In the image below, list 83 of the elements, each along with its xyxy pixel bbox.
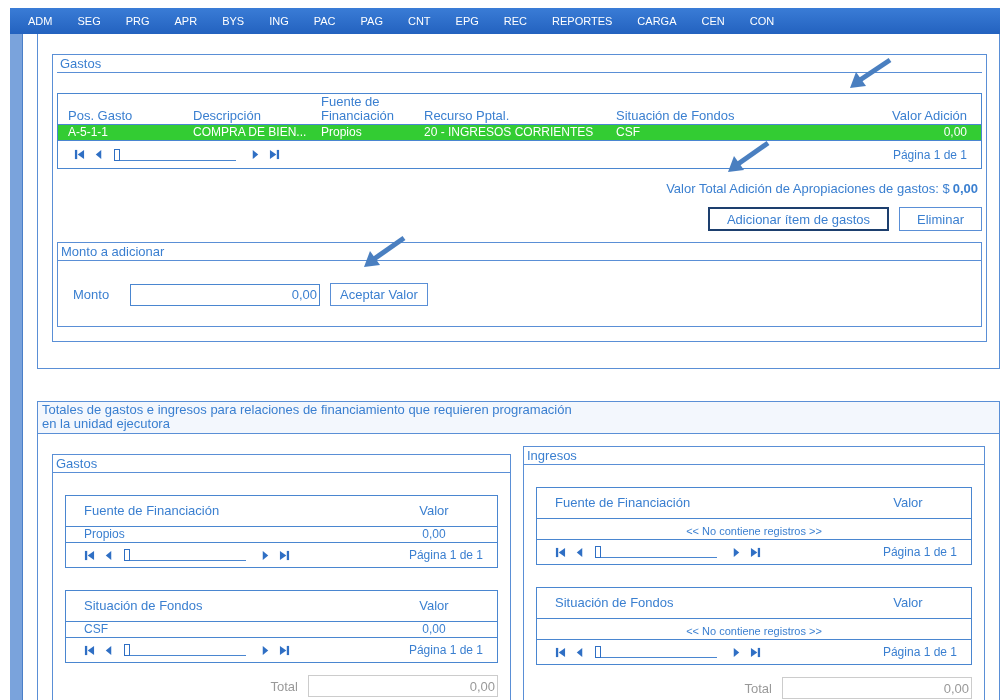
last-page-icon[interactable] [750,546,761,558]
menu-item[interactable]: CNT [395,15,444,27]
previous-page-icon[interactable] [574,646,585,658]
first-page-icon[interactable] [84,549,95,561]
total-label: Total [270,678,298,694]
empty-message: << No contiene registros >> [686,524,822,539]
menu-item[interactable]: EPG [443,15,492,27]
empty-message: << No contiene registros >> [686,624,822,639]
accept-button[interactable]: Aceptar Valor [330,283,428,306]
menu-item[interactable]: SEG [65,15,114,27]
first-page-icon[interactable] [84,644,95,656]
total-value: 0,00 [952,181,978,196]
pointer-arrow [850,57,892,88]
table-cell-text: A-5-1-1 [68,125,109,140]
column-header: Descripción [193,109,262,124]
next-page-icon[interactable] [731,646,742,658]
table-cell-text: 0,00 [942,125,967,140]
group-title: Ingresos [527,448,577,463]
column-header: Valor Adición [891,109,967,124]
amount-field[interactable]: 0,00 [130,283,320,306]
group-title: Monto a adicionar [61,244,165,259]
column-header: Valor [892,596,924,610]
table-cell-text: 0,00 [421,527,447,542]
previous-page-icon[interactable] [103,644,114,656]
action-button[interactable]: Eliminar [899,207,982,231]
last-page-icon[interactable] [269,149,280,160]
table-cell-text: Propios [84,527,126,542]
table-cell-text: COMPRA DE BIEN... [193,125,308,140]
menu-item[interactable]: CON [737,15,788,27]
column-header: Situación de Fondos [555,596,675,610]
column-header: Pos. Gasto [68,109,134,124]
column-header: Valor [418,599,450,613]
panel-title: Totales de gastos e ingresos para relaciones de financiamiento que requieren programación en la unidad ejecutora [42,403,572,431]
table-cell-text: CSF [84,622,109,637]
group-title: Gastos [56,456,98,471]
next-page-icon[interactable] [260,549,271,561]
next-page-icon[interactable] [260,644,271,656]
column-header: Recurso Pptal. [424,109,511,124]
next-page-icon[interactable] [250,149,261,160]
total-label: Total [744,680,772,696]
menu-item[interactable]: APR [162,15,211,27]
column-header: Valor [418,504,450,518]
column-header: Fuente de Financiación [555,496,692,510]
menu-item[interactable]: PRG [113,15,163,27]
column-header: Situación de Fondos [84,599,204,613]
previous-page-icon[interactable] [103,549,114,561]
page-indicator: Página 1 de 1 [882,545,957,559]
pointer-arrow [364,235,406,267]
menu-item[interactable]: REC [491,15,541,27]
column-header: Situación de Fondos [616,109,736,124]
last-page-icon[interactable] [750,646,761,658]
page-indicator: Página 1 de 1 [892,147,967,162]
page-indicator: Página 1 de 1 [882,645,957,659]
table-cell-text: CSF [616,125,641,140]
action-button[interactable]: Adicionar ítem de gastos [707,207,890,231]
first-page-icon[interactable] [74,149,85,160]
menu-item[interactable]: PAC [301,15,349,27]
table-cell-text: 20 - INGRESOS CORRIENTES [424,125,595,140]
first-page-icon[interactable] [555,546,566,558]
menu-item[interactable]: CARGA [625,15,690,27]
menu-item[interactable]: ADM [16,15,66,27]
menu-item[interactable]: PAG [348,15,396,27]
page-indicator: Página 1 de 1 [408,643,483,657]
menu-item[interactable]: REPORTES [540,15,626,27]
last-page-icon[interactable] [279,644,290,656]
table-cell-text: Propios [321,125,363,140]
column-header: Valor [892,496,924,510]
menu-item[interactable]: ING [257,15,302,27]
group-title: Gastos [60,56,102,71]
first-page-icon[interactable] [555,646,566,658]
previous-page-icon[interactable] [574,546,585,558]
amount-label: Monto [73,287,111,302]
column-header: Fuente de Financiación [84,504,221,518]
page-indicator: Página 1 de 1 [408,548,483,562]
next-page-icon[interactable] [731,546,742,558]
pointer-arrow [728,140,770,172]
menu-item[interactable]: CEN [689,15,738,27]
previous-page-icon[interactable] [93,149,104,160]
last-page-icon[interactable] [279,549,290,561]
menu-item[interactable]: BYS [210,15,258,27]
table-cell-text: 0,00 [421,622,447,637]
column-header: Fuente de Financiación [321,95,395,124]
total-label: Valor Total Adición de Apropiaciones de gastos: $ [666,181,950,196]
